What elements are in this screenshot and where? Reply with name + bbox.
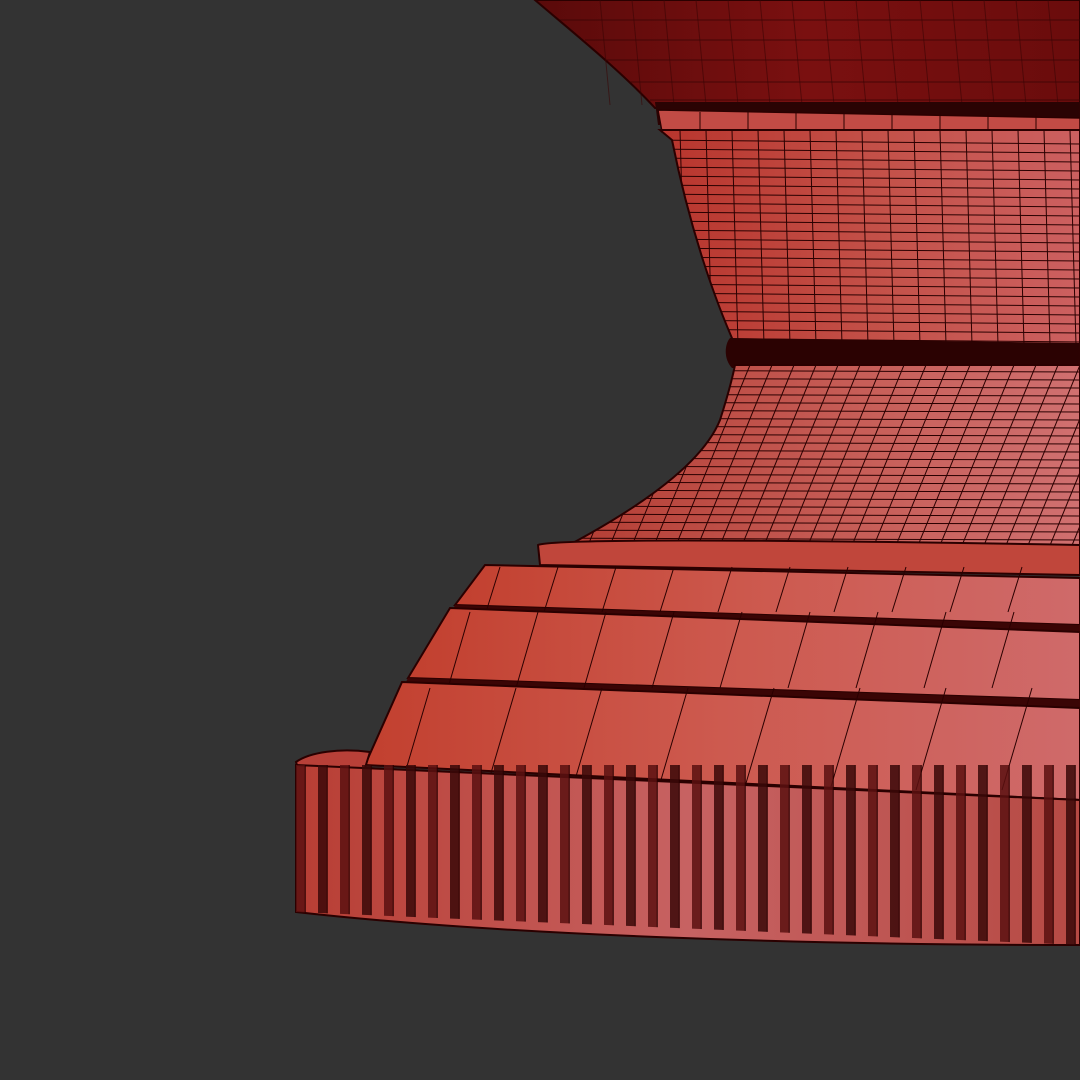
base-disc-side: [295, 763, 1080, 947]
model-render: [294, 0, 1080, 947]
3d-viewport[interactable]: [0, 0, 1080, 1080]
upper-body: [657, 129, 1080, 346]
bowl-top: [533, 0, 1080, 109]
neck: [539, 364, 1080, 561]
